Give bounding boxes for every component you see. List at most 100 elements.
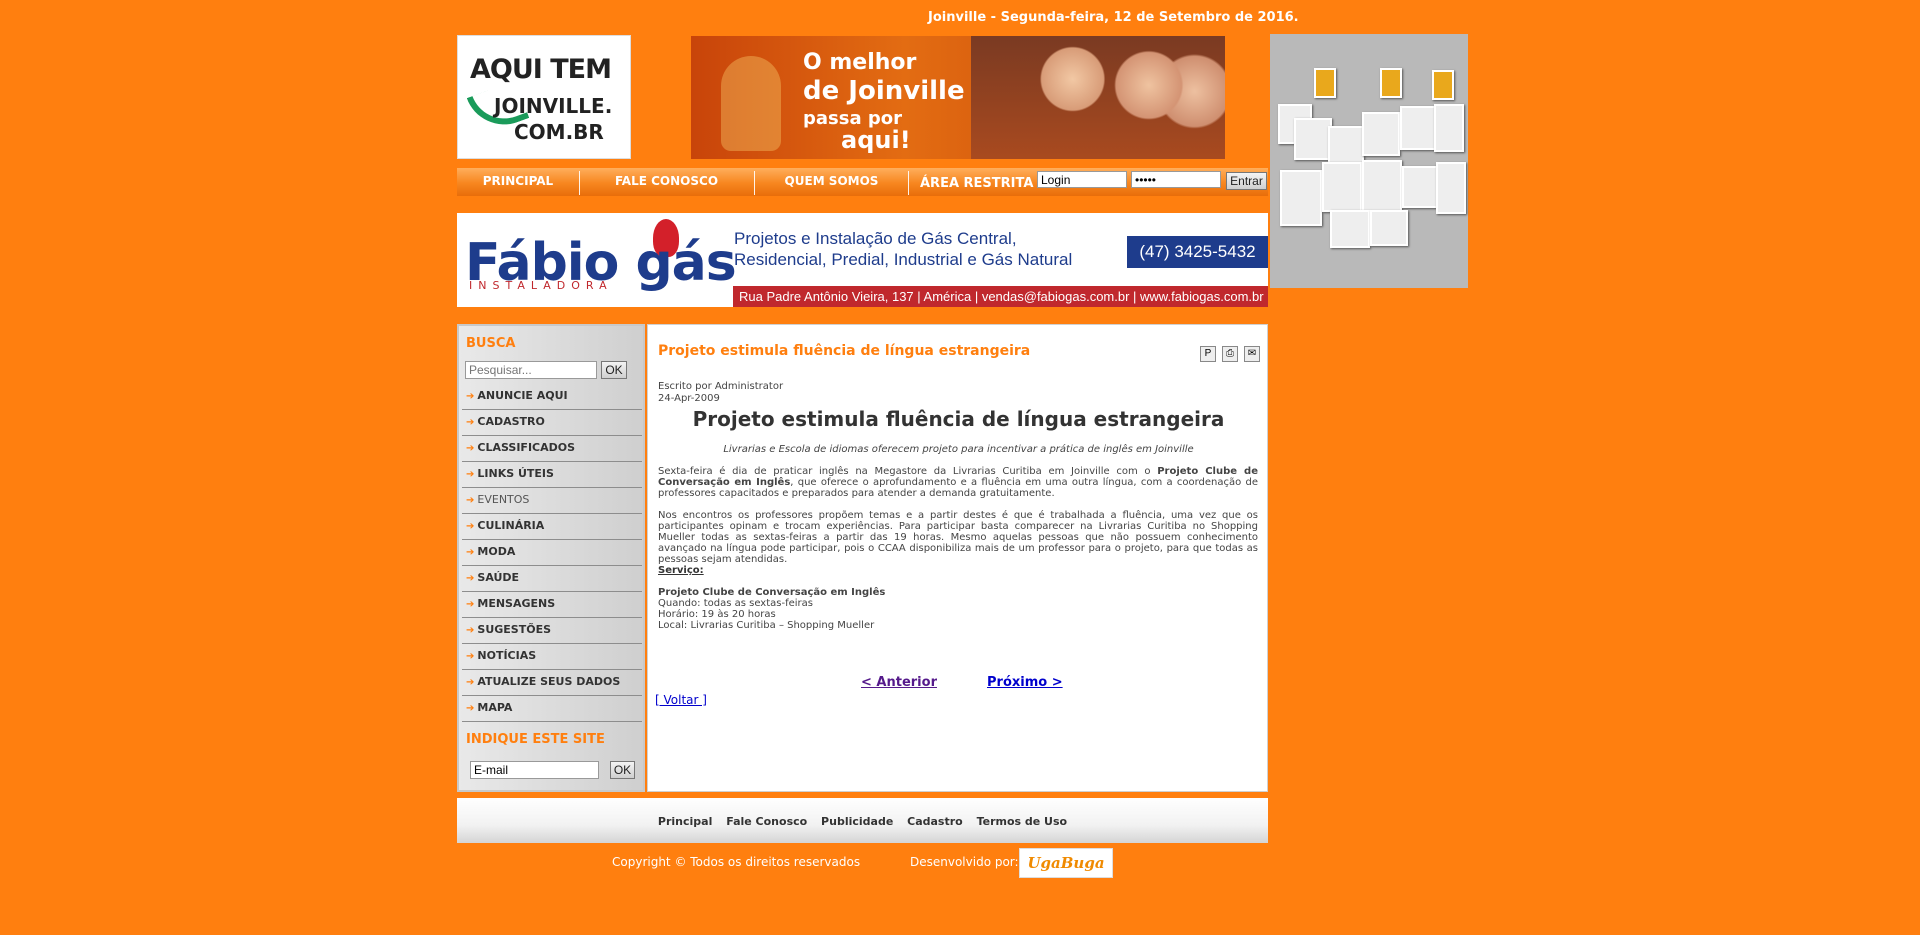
print-icon[interactable]: ⎙ <box>1222 346 1238 362</box>
email-field[interactable] <box>470 761 599 779</box>
restricted-area-label: ÁREA RESTRITA <box>920 176 1034 191</box>
search-button[interactable]: OK <box>601 361 627 379</box>
developer-label: Desenvolvido por: <box>910 855 1019 869</box>
family-photo <box>971 36 1225 159</box>
prev-link[interactable]: < Anterior <box>861 675 937 690</box>
sidebar-item-label: SUGESTÕES <box>477 623 552 636</box>
article-heading: Projeto estimula fluência de língua estr… <box>692 407 1225 431</box>
service-heading: Serviço: <box>658 565 704 576</box>
sidebar-item-links[interactable]: ➔ LINKS ÚTEIS <box>462 462 642 488</box>
article-tools: P ⎙ ✉ <box>1200 343 1266 362</box>
indicate-heading: INDIQUE ESTE SITE <box>466 732 605 747</box>
sidebar-item-label: CADASTRO <box>477 415 545 428</box>
main-nav: PRINCIPAL FALE CONOSCO QUEM SOMOS ÁREA R… <box>457 168 1268 196</box>
sidebar-item-atualize[interactable]: ➔ ATUALIZE SEUS DADOS <box>462 670 642 696</box>
service-when: Quando: todas as sextas-feiras <box>658 598 813 609</box>
sidebar-item-mapa[interactable]: ➔ MAPA <box>462 696 642 722</box>
footer-link-fale-conosco[interactable]: Fale Conosco <box>726 815 807 828</box>
footer-links: Principal Fale Conosco Publicidade Cadas… <box>457 815 1268 828</box>
article-paragraph-2: Nos encontros os professores propõem tem… <box>658 510 1258 565</box>
article-lead: Livrarias e Escola de idiomas oferecem p… <box>723 444 1194 455</box>
arrow-icon: ➔ <box>466 573 475 584</box>
arrow-icon: ➔ <box>466 599 475 610</box>
arrow-icon: ➔ <box>466 391 475 402</box>
article-author: Escrito por Administrator <box>658 381 784 392</box>
arrow-icon: ➔ <box>466 703 475 714</box>
gas-phone: (47) 3425-5432 <box>1127 236 1268 268</box>
logo-line3: COM.BR <box>514 120 604 144</box>
article-panel: Projeto estimula fluência de língua estr… <box>647 324 1268 792</box>
footer-link-publicidade[interactable]: Publicidade <box>821 815 893 828</box>
arrow-icon: ➔ <box>466 651 475 662</box>
service-place: Local: Livrarias Curitiba – Shopping Mue… <box>658 620 875 631</box>
article-paragraph-1: Sexta-feira é dia de praticar inglês na … <box>658 466 1258 499</box>
footer-link-cadastro[interactable]: Cadastro <box>907 815 963 828</box>
sidebar-item-label: ATUALIZE SEUS DADOS <box>477 675 621 688</box>
sidebar-item-cadastro[interactable]: ➔ CADASTRO <box>462 410 642 436</box>
developer-logo[interactable]: UgaBuga <box>1019 848 1113 878</box>
sidebar-item-label: NOTÍCIAS <box>477 649 537 662</box>
header-banner[interactable]: O melhor de Joinville passa por aqui! <box>691 36 1225 159</box>
dancer-image <box>721 56 781 151</box>
p1-start: Sexta-feira é dia de praticar inglês na … <box>658 466 1158 477</box>
sidebar-item-anuncie[interactable]: ➔ ANUNCIE AQUI <box>462 384 642 410</box>
arrow-icon: ➔ <box>466 495 475 506</box>
banner-line1: O melhor <box>803 50 917 75</box>
arrow-icon: ➔ <box>466 417 475 428</box>
next-link[interactable]: Próximo > <box>987 675 1063 690</box>
arrow-icon: ➔ <box>466 677 475 688</box>
sidebar-item-label: MODA <box>477 545 516 558</box>
gas-brand-part2: ás <box>671 233 737 293</box>
sidebar-item-sugestoes[interactable]: ➔ SUGESTÕES <box>462 618 642 644</box>
sidebar-item-noticias[interactable]: ➔ NOTÍCIAS <box>462 644 642 670</box>
gas-tagline: INSTALADORA <box>469 279 613 292</box>
arrow-icon: ➔ <box>466 547 475 558</box>
footer-link-termos[interactable]: Termos de Uso <box>977 815 1068 828</box>
indicate-button[interactable]: OK <box>610 761 635 779</box>
sidebar-item-moda[interactable]: ➔ MODA <box>462 540 642 566</box>
sidebar-item-classificados[interactable]: ➔ CLASSIFICADOS <box>462 436 642 462</box>
password-input[interactable] <box>1131 171 1221 188</box>
pdf-icon[interactable]: P <box>1200 346 1216 362</box>
header-date: Joinville - Segunda-feira, 12 de Setembr… <box>928 10 1299 25</box>
sidebar: BUSCA OK ➔ANUNCIE AQUI ➔CADASTRO ➔CLASSI… <box>457 324 645 792</box>
search-input[interactable] <box>465 361 597 379</box>
sidebar-item-label: CLASSIFICADOS <box>477 441 576 454</box>
nav-quem-somos[interactable]: QUEM SOMOS <box>755 168 908 196</box>
banner-line4: aqui! <box>841 126 911 154</box>
gas-desc-line2: Residencial, Predial, Industrial e Gás N… <box>734 250 1073 269</box>
footer-link-principal[interactable]: Principal <box>658 815 712 828</box>
email-icon[interactable]: ✉ <box>1244 346 1260 362</box>
site-logo[interactable]: AQUI TEM JOINVILLE. COM.BR <box>457 35 631 159</box>
service-hours: Horário: 19 às 20 horas <box>658 609 776 620</box>
login-input[interactable] <box>1037 171 1127 188</box>
arrow-icon: ➔ <box>466 521 475 532</box>
sidebar-item-label: MENSAGENS <box>477 597 556 610</box>
fabio-gas-ad[interactable]: Fábio gás INSTALADORA Projetos e Instala… <box>457 213 1268 307</box>
service-title: Projeto Clube de Conversação em Inglês <box>658 587 886 598</box>
sidebar-item-culinaria[interactable]: ➔ CULINÁRIA <box>462 514 642 540</box>
arrow-icon: ➔ <box>466 443 475 454</box>
logo-line1: AQUI TEM <box>470 54 612 85</box>
sidebar-item-saude[interactable]: ➔ SAÚDE <box>462 566 642 592</box>
sidebar-item-label: CULINÁRIA <box>477 519 545 532</box>
sidebar-item-label: ANUNCIE AQUI <box>477 389 568 402</box>
nav-separator <box>908 171 909 195</box>
nav-principal[interactable]: PRINCIPAL <box>457 168 579 196</box>
sidebar-item-eventos[interactable]: ➔ EVENTOS <box>462 488 642 514</box>
gas-desc-line1: Projetos e Instalação de Gás Central, <box>734 229 1017 248</box>
side-ad-collage[interactable] <box>1270 34 1468 288</box>
back-link[interactable]: [ Voltar ] <box>655 693 707 707</box>
logo-line2: JOINVILLE. <box>494 94 613 118</box>
copyright-text: Copyright © Todos os direitos reservados <box>612 855 861 869</box>
article-title[interactable]: Projeto estimula fluência de língua estr… <box>658 343 1030 359</box>
arrow-icon: ➔ <box>466 469 475 480</box>
sidebar-item-mensagens[interactable]: ➔ MENSAGENS <box>462 592 642 618</box>
footer-bar: Principal Fale Conosco Publicidade Cadas… <box>457 798 1268 843</box>
sidebar-item-label: MAPA <box>477 701 513 714</box>
sidebar-item-label: EVENTOS <box>477 493 530 506</box>
login-button[interactable]: Entrar <box>1226 172 1267 190</box>
nav-fale-conosco[interactable]: FALE CONOSCO <box>580 168 753 196</box>
arrow-icon: ➔ <box>466 625 475 636</box>
banner-line2: de Joinville <box>803 76 965 106</box>
